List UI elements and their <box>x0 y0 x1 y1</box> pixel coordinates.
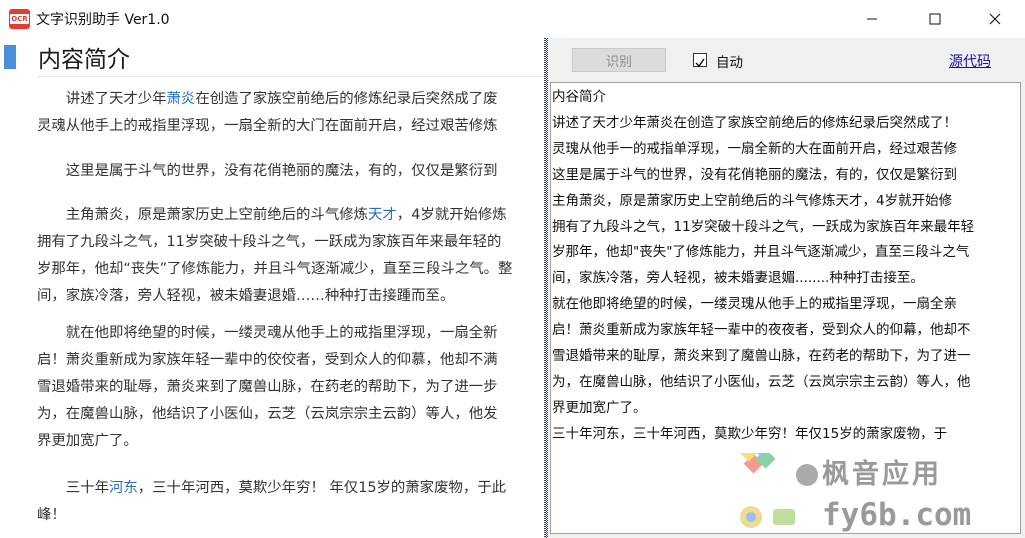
ocr-app-icon: OCR <box>9 9 30 29</box>
article-text: ，三十年河西，莫欺少年穷！ 年仅15岁的萧家废物，于此 <box>137 480 507 496</box>
ocr-result-line: 这里是属于斗气的世界，没有花俏艳丽的魔法，有的，仅仅是繁衍到 <box>552 166 957 183</box>
recognize-button[interactable]: 识别 <box>572 48 666 72</box>
article-line: 雪退婚带来的耻辱，萧炎来到了魔兽山脉，在药老的帮助下，为了进一步 <box>37 374 545 401</box>
article-title: 内容简介 <box>38 47 130 73</box>
ocr-result-line: 雪退婚带来的耻厚，萧炎来到了魔兽山脉，在药老的帮助下，为了进一 <box>552 348 971 365</box>
article-text: 拥有了九段斗之气，11岁突破十段斗之气，一跃成为家族百年来最年轻的 <box>37 234 502 250</box>
ocr-result-line: 三十年河东，三十年河西，莫欺少年穷！年仅15岁的萧家废物，于 <box>552 425 948 442</box>
article-paragraph: 讲述了天才少年萧炎在创造了家族空前绝后的修炼纪录后突然成了废灵魂从他手上的戒指里… <box>37 86 545 140</box>
close-icon <box>989 13 1001 25</box>
source-article-view: 内容简介 讲述了天才少年萧炎在创造了家族空前绝后的修炼纪录后突然成了废灵魂从他手… <box>0 38 545 538</box>
article-line: 这里是属于斗气的世界，没有花俏艳丽的魔法，有的，仅仅是繁衍到 <box>37 158 545 185</box>
article-text: 雪退婚带来的耻辱，萧炎来到了魔兽山脉，在药老的帮助下，为了进一步 <box>37 379 498 395</box>
article-line: 岁那年，他却“丧失”了修炼能力，并且斗气逐渐减少，直至三段斗之气。整 <box>37 256 545 283</box>
article-text: 间，家族冷落，旁人轻视，被未婚妻退婚……种种打击接踵而至。 <box>37 288 455 304</box>
ocr-result-text: 内谷简介讲述了天才少年萧炎在创造了家族空前绝后的修炼纪录后突然成了！ 灵瑰从他手一… <box>552 85 974 448</box>
article-line: 为，在魔兽山脉，他结识了小医仙，云芝（云岚宗宗主云韵）等人，他发 <box>37 401 545 428</box>
article-text: 就在他即将绝望的时候，一缕灵魂从他手上的戒指里浮现，一扇全新 <box>37 325 498 341</box>
article-line: 讲述了天才少年萧炎在创造了家族空前绝后的修炼纪录后突然成了废 <box>37 86 545 113</box>
article-line: 就在他即将绝望的时候，一缕灵魂从他手上的戒指里浮现，一扇全新 <box>37 320 545 347</box>
article-text: 界更加宽广了。 <box>37 433 138 449</box>
maximize-button[interactable] <box>912 0 958 38</box>
close-button[interactable] <box>972 0 1018 38</box>
article-link[interactable]: 河东 <box>109 480 138 496</box>
article-line: 启！萧炎重新成为家族年轻一辈中的佼佼者，受到众人的仰慕，他却不满 <box>37 347 545 374</box>
title-bar: OCR 文字识别助手 Ver1.0 <box>0 0 1025 38</box>
window-title: 文字识别助手 Ver1.0 <box>36 12 170 28</box>
source-code-link[interactable]: 源代码 <box>949 51 991 71</box>
maximize-icon <box>929 13 941 25</box>
auto-checkbox-label[interactable]: 自动 <box>716 51 743 71</box>
article-text: 在创造了家族空前绝后的修炼纪录后突然成了废 <box>195 91 498 107</box>
article-text: 三十年 <box>37 480 109 496</box>
article-link[interactable]: 萧炎 <box>167 91 196 107</box>
article-paragraph: 就在他即将绝望的时候，一缕灵魂从他手上的戒指里浮现，一扇全新 启！萧炎重新成为家族… <box>37 320 545 455</box>
ocr-result-line: 岁那年，他却"丧失"了修炼能力，并且斗气逐渐减少，直至三段斗之气 <box>552 244 970 261</box>
article-paragraph: 主角萧炎，原是萧家历史上空前绝后的斗气修炼天才，4岁就开始修炼拥有了九段斗之气，… <box>37 202 545 310</box>
checkmark-icon <box>695 58 705 68</box>
auto-checkbox[interactable] <box>693 53 707 68</box>
article-paragraph: 三十年河东，三十年河西，莫欺少年穷！ 年仅15岁的萧家废物，于此峰！ <box>37 475 545 529</box>
article-line: 峰！ <box>37 502 545 529</box>
article-text: 灵魂从他手上的戒指里浮现，一扇全新的大门在面前开启，经过艰苦修炼 <box>37 118 498 134</box>
article-text: 为，在魔兽山脉，他结识了小医仙，云芝（云岚宗宗主云韵）等人，他发 <box>37 406 498 422</box>
article-text: 岁那年，他却“丧失”了修炼能力，并且斗气逐渐减少，直至三段斗之气。整 <box>37 261 513 277</box>
ocr-result-line: 主角萧炎，原是萧家历史上空前绝后的斗气修炼天才，4岁就开始修 <box>552 192 953 209</box>
article-text: 峰！ <box>37 507 66 523</box>
article-line: 灵魂从他手上的戒指里浮现，一扇全新的大门在面前开启，经过艰苦修炼 <box>37 113 545 140</box>
article-line: 界更加宽广了。 <box>37 428 545 455</box>
ocr-result-line: 界更加宽广了。 <box>552 399 647 416</box>
article-line: 间，家族冷落，旁人轻视，被未婚妻退婚……种种打击接踵而至。 <box>37 283 545 310</box>
title-divider <box>38 76 545 77</box>
watermark-text: 枫音应用 <box>822 459 942 490</box>
minimize-button[interactable] <box>849 0 895 38</box>
ocr-result-line: 为，在魔兽山脉，他结识了小医仙，云芝（云岚宗宗主云韵）等人，他 <box>552 373 971 390</box>
article-paragraph: 这里是属于斗气的世界，没有花俏艳丽的魔法，有的，仅仅是繁衍到 <box>37 158 545 185</box>
heading-accent-bar <box>4 45 16 69</box>
article-line: 主角萧炎，原是萧家历史上空前绝后的斗气修炼天才，4岁就开始修炼 <box>37 202 545 229</box>
ocr-result-line: 就在他即将绝望的时候，一缕灵瑰从他手上的戒指里浮现，一扇全亲 <box>552 296 957 313</box>
ocr-result-line: 灵瑰从他手一的戒指单浮现，一扇全新的大在面前开启，经过艰苦修 <box>552 140 957 157</box>
article-text: ，4岁就开始修炼 <box>396 207 507 223</box>
article-text: 主角萧炎，原是萧家历史上空前绝后的斗气修炼 <box>37 207 368 223</box>
ocr-result-line: 内谷简介 <box>552 89 606 105</box>
article-line: 三十年河东，三十年河西，莫欺少年穷！ 年仅15岁的萧家废物，于此 <box>37 475 545 502</box>
article-link[interactable]: 天才 <box>368 207 397 223</box>
ocr-result-line: 启！萧炎重新成为家族年轻一辈中的夜夜者，受到众人的仰幕，他却不 <box>552 322 971 339</box>
ocr-result-line: 间，家族冷落，旁人轻视，被未婚妻退媚........种种打击接至。 <box>552 270 924 287</box>
minimize-icon <box>867 18 877 20</box>
article-line: 拥有了九段斗之气，11岁突破十段斗之气，一跃成为家族百年来最年轻的 <box>37 229 545 256</box>
article-text: 这里是属于斗气的世界，没有花俏艳丽的魔法，有的，仅仅是繁衍到 <box>37 163 498 179</box>
article-text: 讲述了天才少年 <box>37 91 167 107</box>
ocr-result-line: 拥有了九段斗之气，11岁突破十段斗之气，一跃成为家族百年来最年轻 <box>552 218 975 235</box>
article-text: 启！萧炎重新成为家族年轻一辈中的佼佼者，受到众人的仰慕，他却不满 <box>37 352 498 368</box>
ocr-result-line: 讲述了天才少年萧炎在创造了家族空前绝后的修炼纪录后突然成了！ <box>552 114 957 131</box>
watermark-url: fy6b.com <box>822 497 972 533</box>
